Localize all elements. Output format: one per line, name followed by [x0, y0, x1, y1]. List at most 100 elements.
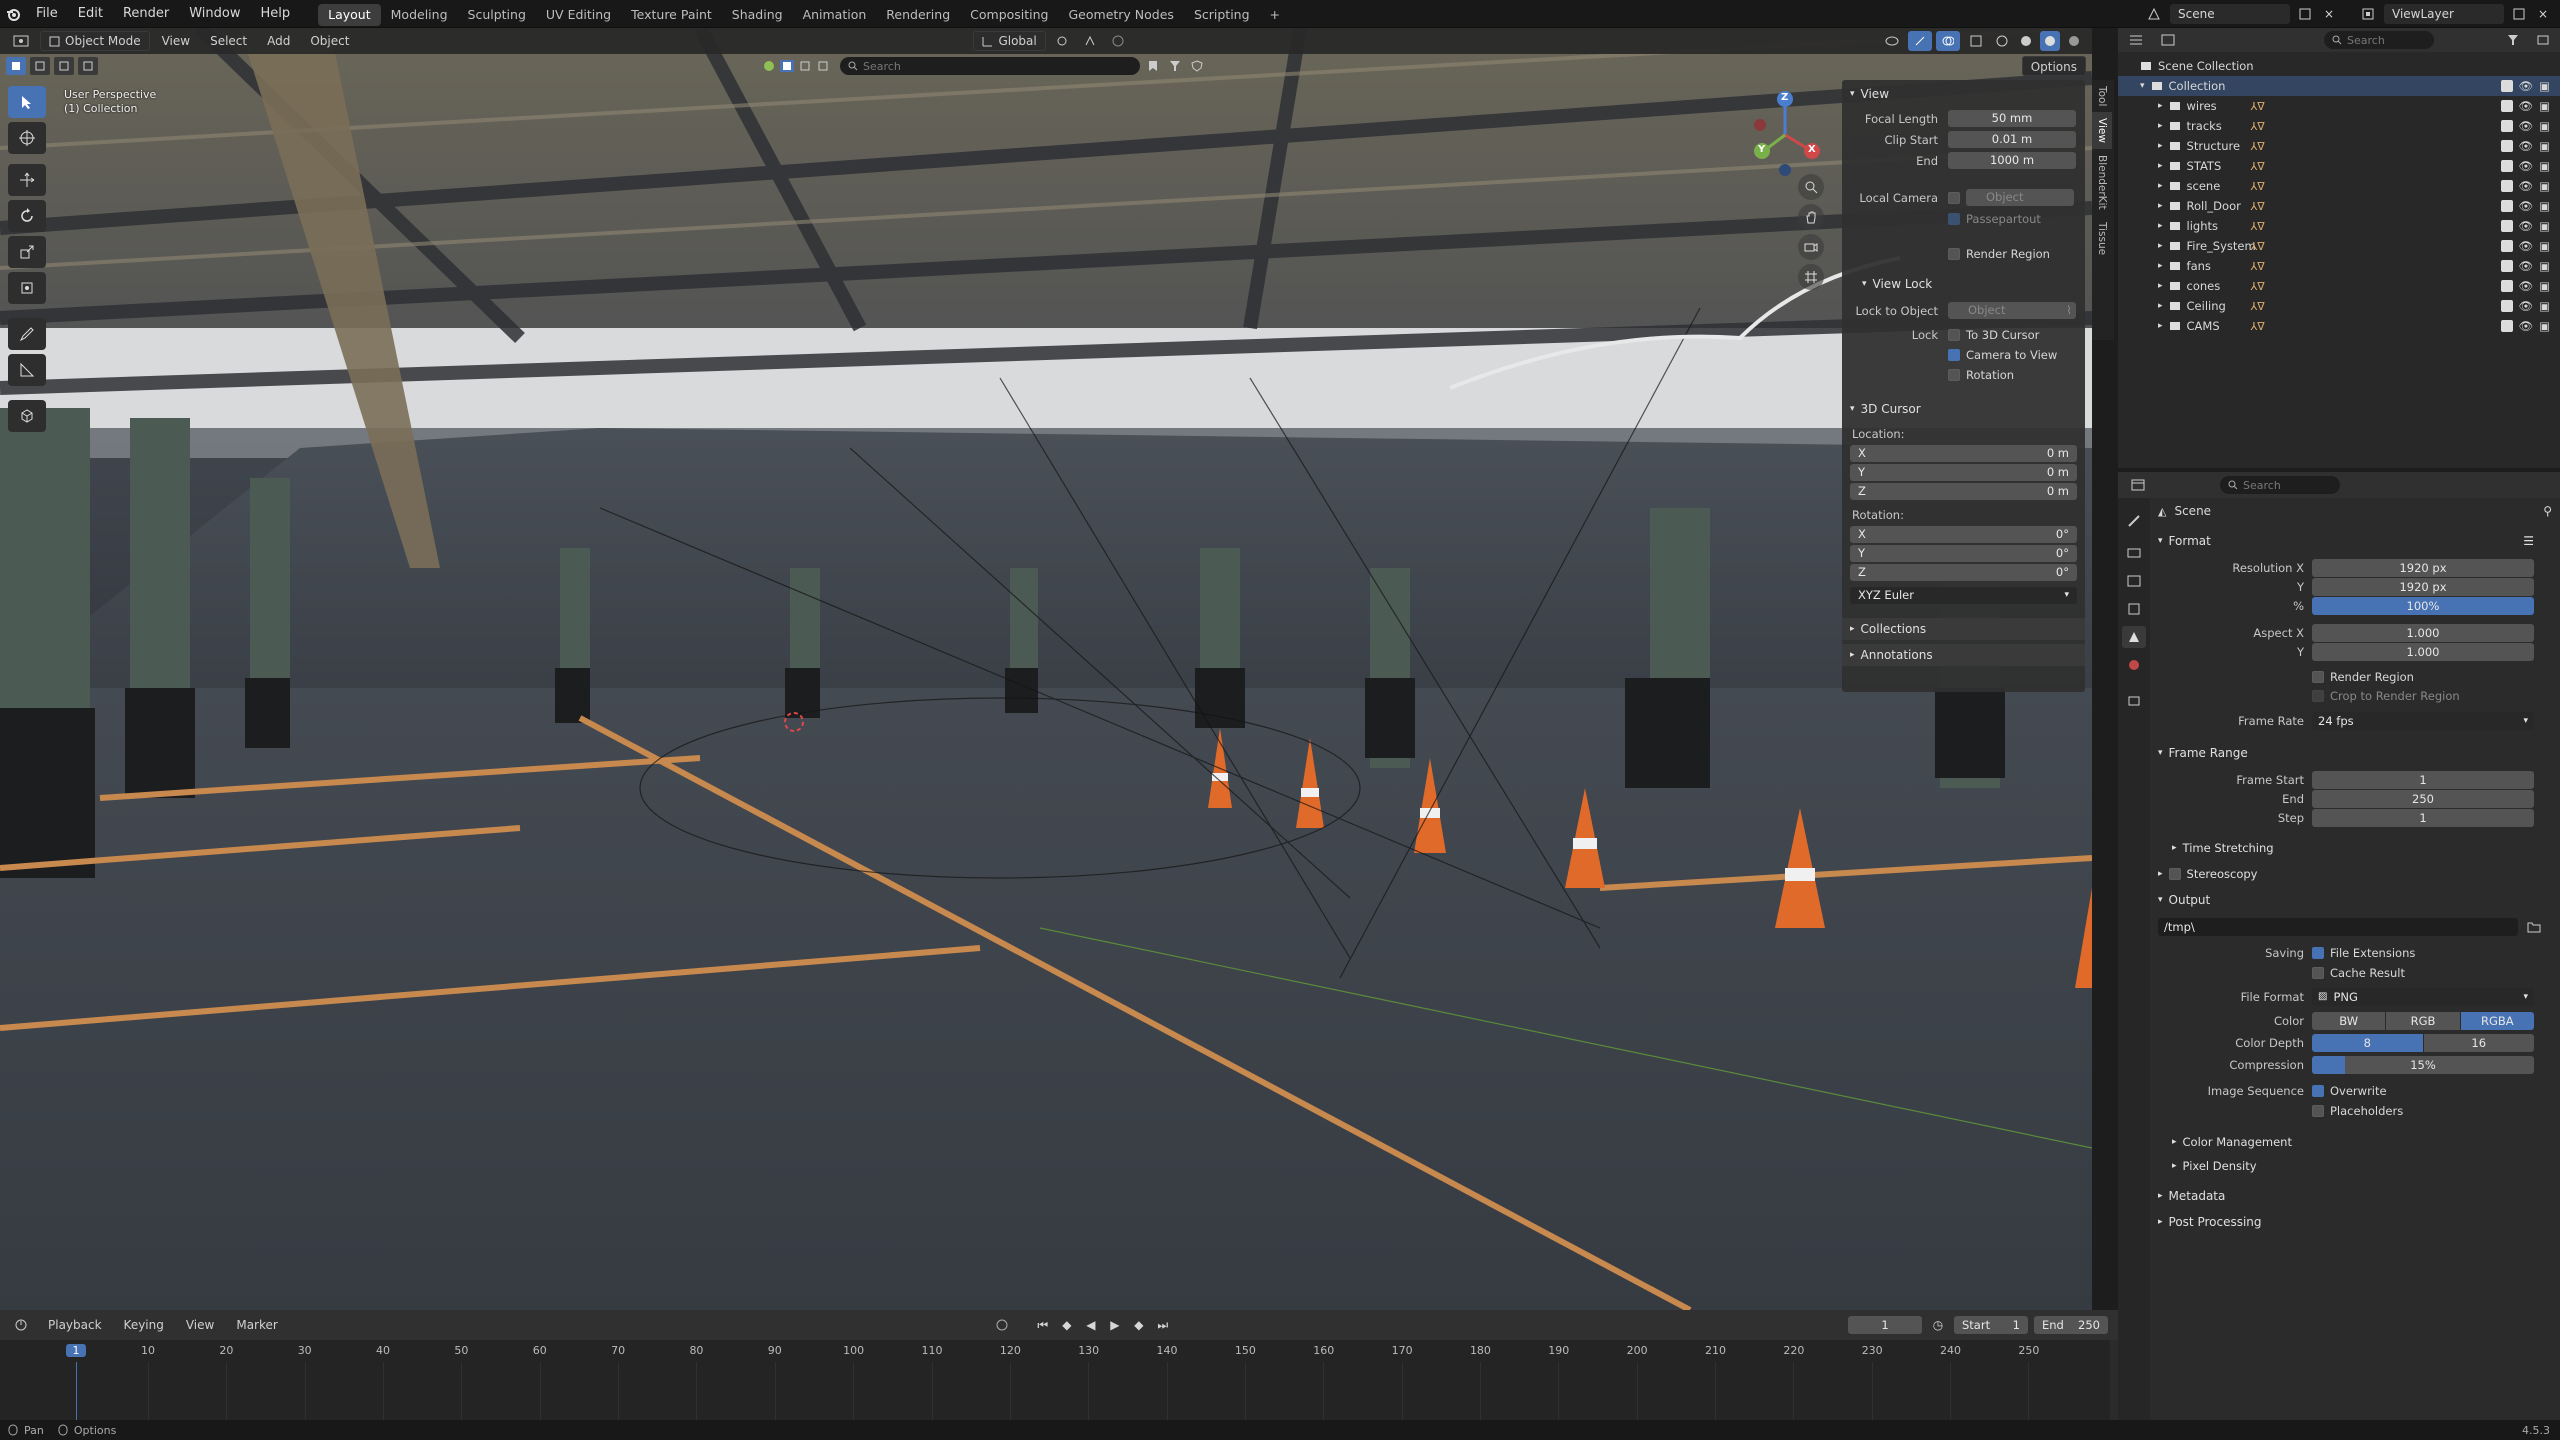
eye-icon[interactable]: 👁 — [2519, 279, 2534, 293]
eye-icon[interactable]: 👁 — [2519, 139, 2534, 153]
post-processing-header[interactable]: ▸ Post Processing — [2150, 1211, 2560, 1233]
render-region-checkbox[interactable] — [2312, 670, 2324, 683]
exclude-checkbox[interactable] — [2500, 180, 2513, 192]
annotate-tool-button[interactable] — [8, 318, 46, 350]
3d-cursor-header[interactable]: ▾ 3D Cursor — [1842, 399, 2085, 419]
solid-shading-icon[interactable] — [2016, 35, 2036, 47]
filter-object-icon[interactable] — [780, 60, 794, 72]
exclude-checkbox[interactable] — [2500, 120, 2513, 132]
stereoscopy-header[interactable]: ▸ Stereoscopy — [2150, 863, 2560, 885]
world-tab-icon[interactable] — [2122, 654, 2146, 676]
play-reverse-icon[interactable]: ◀ — [1082, 1318, 1100, 1332]
play-icon[interactable]: ▶ — [1106, 1318, 1124, 1332]
outliner-row-collection[interactable]: ▾ Collection 👁 ▣ — [2118, 76, 2560, 96]
cursor-rotation-z[interactable]: Z 0° — [1850, 564, 2077, 581]
chevron-right-icon[interactable]: ▸ — [2158, 261, 2163, 271]
viewport-menu-add[interactable]: Add — [259, 31, 298, 51]
pixel-density-header[interactable]: ▸ Pixel Density — [2150, 1155, 2560, 1177]
local-camera-field[interactable]: Object — [1966, 189, 2074, 206]
camera-icon[interactable]: ▣ — [2539, 239, 2550, 253]
tab-modeling[interactable]: Modeling — [381, 4, 458, 26]
camera-icon[interactable]: ▣ — [2539, 99, 2550, 113]
tab-rendering[interactable]: Rendering — [876, 4, 960, 26]
zoom-icon[interactable] — [1798, 174, 1824, 200]
aspect-y-field[interactable]: 1.000 — [2312, 642, 2534, 661]
delete-scene-icon[interactable]: × — [2320, 7, 2338, 21]
tab-scripting[interactable]: Scripting — [1184, 4, 1260, 26]
next-keyframe-icon[interactable]: ◆ — [1130, 1318, 1148, 1332]
frame-step-field[interactable]: 1 — [2312, 808, 2534, 827]
camera-icon[interactable]: ▣ — [2539, 179, 2550, 193]
camera-icon[interactable]: ▣ — [2539, 139, 2550, 153]
exclude-checkbox[interactable] — [2500, 140, 2513, 152]
lock-rotation-checkbox[interactable] — [1948, 369, 1960, 381]
camera-icon[interactable]: ▣ — [2539, 199, 2550, 213]
menu-edit[interactable]: Edit — [68, 0, 113, 28]
record-icon[interactable] — [992, 1319, 1012, 1331]
camera-icon[interactable]: ▣ — [2539, 319, 2550, 333]
menu-file[interactable]: File — [26, 0, 68, 28]
render-tab-icon[interactable] — [2122, 542, 2146, 564]
color-rgba-option[interactable]: RGBA — [2460, 1012, 2534, 1030]
filter-icon[interactable] — [2502, 34, 2524, 46]
orientation-dropdown[interactable]: Global — [973, 31, 1046, 51]
chevron-right-icon[interactable]: ▸ — [2158, 121, 2163, 131]
eye-icon[interactable]: 👁 — [2519, 299, 2534, 313]
eye-icon[interactable]: 👁 — [2519, 79, 2534, 93]
rotation-mode-dropdown[interactable]: XYZ Euler ▾ — [1850, 587, 2077, 604]
exclude-checkbox[interactable] — [2500, 240, 2513, 252]
add-workspace-icon[interactable]: + — [1260, 4, 1290, 26]
select-tool-button[interactable] — [8, 86, 46, 118]
output-tab-icon[interactable] — [2122, 570, 2146, 592]
visibility-icon[interactable] — [1880, 35, 1904, 47]
select-box-mode-icon[interactable] — [6, 57, 26, 75]
outliner-row-structure[interactable]: ▸ Structure ⅄∇ 👁 ▣ — [2118, 136, 2560, 156]
exclude-checkbox[interactable] — [2500, 280, 2513, 292]
presets-icon[interactable]: ☰ — [2523, 534, 2534, 548]
bookmark-icon[interactable] — [1144, 60, 1162, 72]
color-bw-option[interactable]: BW — [2312, 1012, 2386, 1030]
output-path-field[interactable]: /tmp\ — [2158, 918, 2518, 936]
camera-icon[interactable]: ▣ — [2539, 299, 2550, 313]
outliner-row-lights[interactable]: ▸ lights ⅄∇ 👁 ▣ — [2118, 216, 2560, 236]
viewport-search[interactable]: Search — [840, 57, 1140, 75]
measure-tool-button[interactable] — [8, 354, 46, 386]
frame-range-section-header[interactable]: ▾ Frame Range — [2150, 742, 2560, 764]
chevron-right-icon[interactable]: ▸ — [2158, 241, 2163, 251]
eye-icon[interactable]: 👁 — [2519, 239, 2534, 253]
eye-icon[interactable]: 👁 — [2519, 99, 2534, 113]
tab-uv-editing[interactable]: UV Editing — [536, 4, 621, 26]
lock-to-cursor-checkbox[interactable] — [1948, 329, 1960, 341]
pivot-icon[interactable] — [1050, 35, 1074, 47]
tab-sculpting[interactable]: Sculpting — [458, 4, 536, 26]
cursor-tool-button[interactable] — [8, 122, 46, 154]
camera-icon[interactable]: ▣ — [2539, 119, 2550, 133]
file-extensions-checkbox[interactable] — [2312, 947, 2324, 959]
scale-tool-button[interactable] — [8, 236, 46, 268]
prev-keyframe-icon[interactable]: ◆ — [1058, 1318, 1076, 1332]
passepartout-checkbox[interactable] — [1948, 212, 1960, 225]
eye-icon[interactable]: 👁 — [2519, 319, 2534, 333]
chevron-right-icon[interactable]: ▸ — [2158, 321, 2163, 331]
collection-tab-icon[interactable] — [2122, 690, 2146, 712]
camera-icon[interactable]: ▣ — [2539, 219, 2550, 233]
sidebar-tab-blenderkit[interactable]: BlenderKit — [2092, 149, 2112, 216]
menu-help[interactable]: Help — [251, 0, 301, 28]
rotate-tool-button[interactable] — [8, 200, 46, 232]
ortho-grid-icon[interactable] — [1798, 264, 1824, 290]
annotations-header[interactable]: ▸ Annotations — [1842, 644, 2085, 666]
clip-start-field[interactable]: 0.01 m — [1948, 131, 2076, 148]
navigation-gizmo[interactable]: Z X Y — [1740, 90, 1830, 180]
chevron-right-icon[interactable]: ▸ — [2158, 281, 2163, 291]
select-intersect-icon[interactable] — [78, 57, 98, 75]
placeholders-checkbox[interactable] — [2312, 1105, 2324, 1117]
outliner-editor-type-icon[interactable] — [2124, 34, 2148, 46]
tool-tab-icon[interactable] — [2122, 510, 2146, 532]
tab-texture-paint[interactable]: Texture Paint — [621, 4, 722, 26]
clip-end-field[interactable]: 1000 m — [1948, 152, 2076, 169]
outliner-row-cams[interactable]: ▸ CAMS ⅄∇ 👁 ▣ — [2118, 316, 2560, 336]
format-section-header[interactable]: ▾ Format ☰ — [2150, 530, 2560, 552]
color-management-header[interactable]: ▸ Color Management — [2150, 1131, 2560, 1153]
outliner-row-wires[interactable]: ▸ wires ⅄∇ 👁 ▣ — [2118, 96, 2560, 116]
camera-icon[interactable]: ▣ — [2539, 159, 2550, 173]
